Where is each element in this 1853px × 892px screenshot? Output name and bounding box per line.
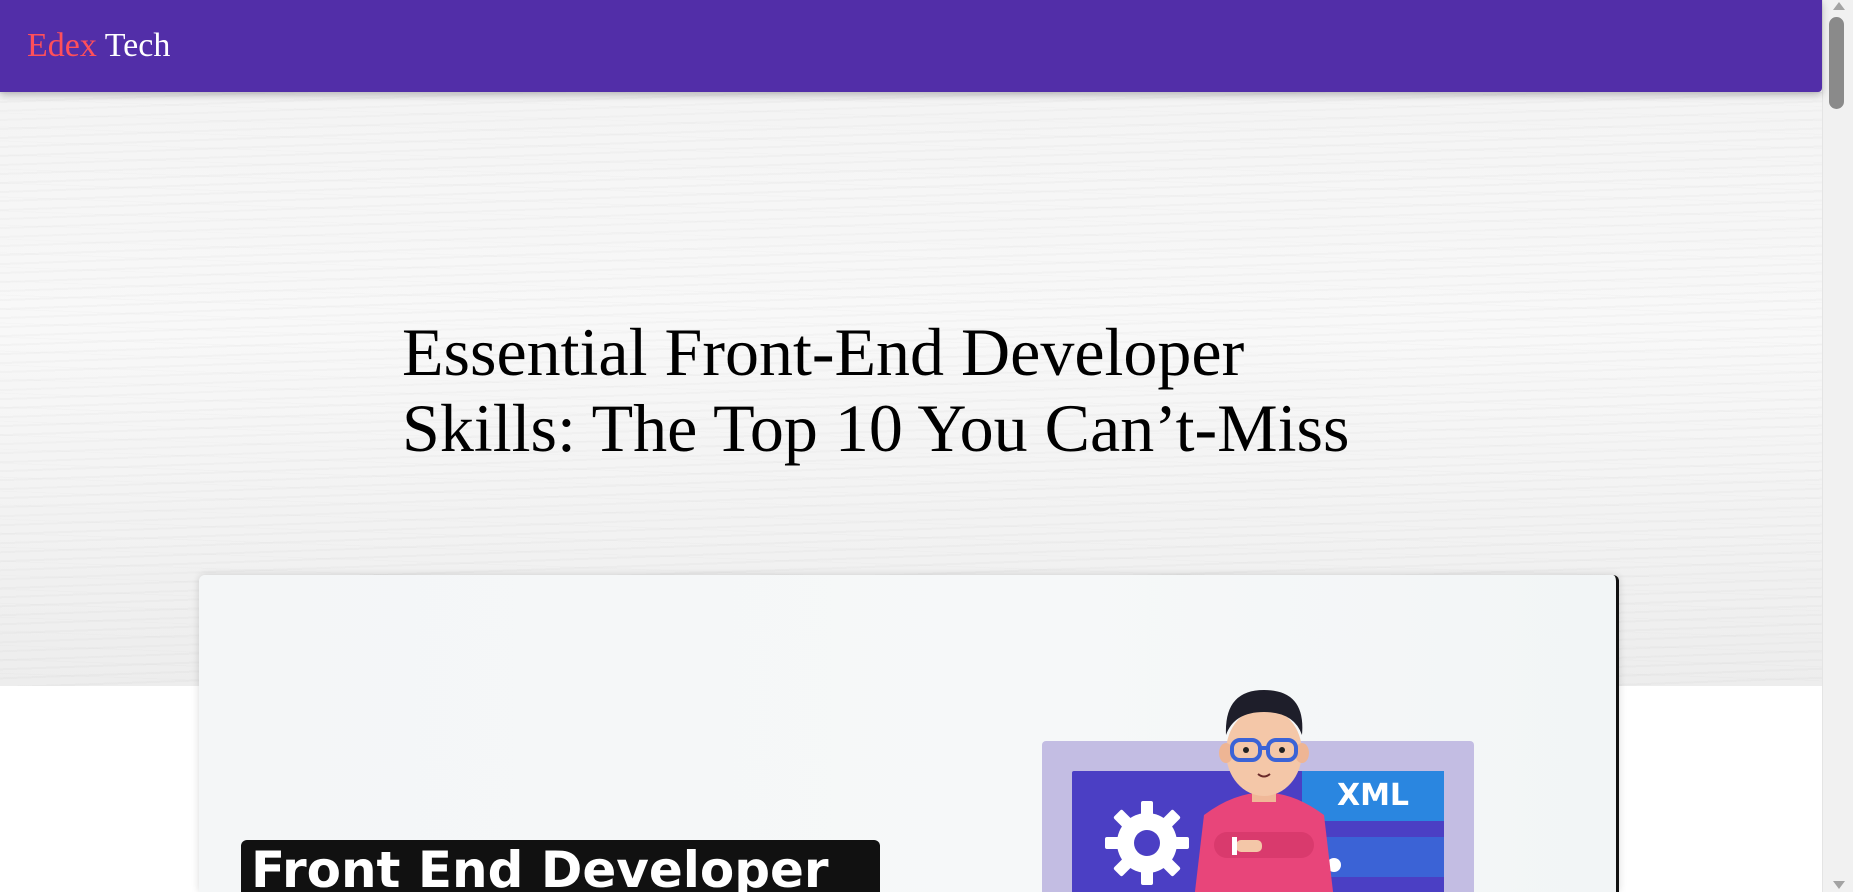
- page: Edex Tech Essential Front-End Developer …: [0, 0, 1853, 892]
- scroll-down-icon[interactable]: [1833, 881, 1845, 889]
- article-title-line1: Essential Front-End Developer: [402, 314, 1245, 390]
- developer-character-illustration: [1194, 690, 1334, 892]
- vertical-scrollbar[interactable]: [1822, 0, 1853, 892]
- scroll-up-icon[interactable]: [1833, 2, 1845, 10]
- brand-name-part2: Tech: [104, 27, 171, 64]
- brand-logo-link[interactable]: Edex Tech: [27, 29, 170, 63]
- banner-label: Front End Developer: [241, 840, 880, 892]
- navbar: Edex Tech: [0, 0, 1822, 92]
- featured-image-card: XML Front End Developer: [199, 575, 1619, 892]
- article-title: Essential Front-End Developer Skills: Th…: [402, 314, 1502, 466]
- brand-name-part1: Edex: [27, 27, 97, 64]
- scrollbar-thumb[interactable]: [1829, 17, 1844, 109]
- article-title-line2: Skills: The Top 10 You Can’t-Miss: [402, 390, 1350, 466]
